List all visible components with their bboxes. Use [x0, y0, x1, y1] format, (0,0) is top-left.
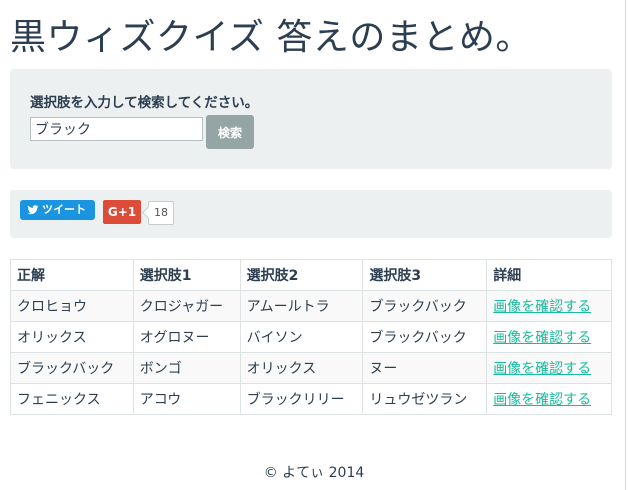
- table-row: フェニックス アコウ ブラックリリー リュウゼツラン 画像を確認する: [10, 383, 612, 415]
- tweet-button[interactable]: ツイート: [20, 200, 95, 220]
- cell-choice-2: ブラックリリー: [239, 383, 364, 415]
- view-image-link[interactable]: 画像を確認する: [493, 361, 591, 377]
- google-plus-one-button[interactable]: G+1: [103, 200, 141, 224]
- answers-table: 正解 選択肢1 選択肢2 選択肢3 詳細 クロヒョウ クロジャガー アムールトラ…: [10, 259, 612, 415]
- table-row: クロヒョウ クロジャガー アムールトラ ブラックバック 画像を確認する: [10, 290, 612, 322]
- page-edge-divider: [625, 0, 626, 490]
- table-header-row: 正解 選択肢1 選択肢2 選択肢3 詳細: [10, 259, 612, 291]
- cell-answer: フェニックス: [10, 383, 134, 415]
- cell-choice-1: ボンゴ: [132, 352, 241, 384]
- cell-answer: ブラックバック: [10, 352, 134, 384]
- page-title: 黒ウィズクイズ 答えのまとめ。: [10, 17, 532, 58]
- cell-choice-2: アムールトラ: [239, 290, 364, 322]
- view-image-link[interactable]: 画像を確認する: [493, 330, 591, 346]
- header-answer: 正解: [10, 259, 134, 291]
- header-choice-3: 選択肢3: [362, 259, 488, 291]
- cell-detail: 画像を確認する: [486, 290, 612, 322]
- view-image-link[interactable]: 画像を確認する: [493, 299, 591, 315]
- search-button[interactable]: 検索: [206, 115, 254, 149]
- twitter-bird-icon: [27, 205, 39, 215]
- cell-choice-3: リュウゼツラン: [362, 383, 488, 415]
- cell-choice-3: ブラックバック: [362, 290, 488, 322]
- cell-choice-3: ヌー: [362, 352, 488, 384]
- cell-detail: 画像を確認する: [486, 321, 612, 353]
- table-row: オリックス オグロヌー バイソン ブラックバック 画像を確認する: [10, 321, 612, 353]
- search-panel: 選択肢を入力して検索してください。 検索: [10, 69, 612, 169]
- cell-detail: 画像を確認する: [486, 383, 612, 415]
- table-row: ブラックバック ボンゴ オリックス ヌー 画像を確認する: [10, 352, 612, 384]
- google-plus-count: 18: [148, 201, 174, 225]
- cell-answer: クロヒョウ: [10, 290, 134, 322]
- header-detail: 詳細: [486, 259, 612, 291]
- cell-choice-1: オグロヌー: [132, 321, 241, 353]
- header-choice-2: 選択肢2: [239, 259, 364, 291]
- cell-choice-1: クロジャガー: [132, 290, 241, 322]
- view-image-link[interactable]: 画像を確認する: [493, 392, 591, 408]
- social-panel: ツイート G+1 18: [10, 190, 612, 238]
- cell-choice-1: アコウ: [132, 383, 241, 415]
- cell-answer: オリックス: [10, 321, 134, 353]
- search-input[interactable]: [30, 117, 203, 141]
- header-choice-1: 選択肢1: [132, 259, 241, 291]
- page: 黒ウィズクイズ 答えのまとめ。 選択肢を入力して検索してください。 検索 ツイー…: [0, 0, 628, 490]
- cell-choice-3: ブラックバック: [362, 321, 488, 353]
- tweet-label: ツイート: [42, 203, 86, 216]
- cell-choice-2: バイソン: [239, 321, 364, 353]
- cell-choice-2: オリックス: [239, 352, 364, 384]
- search-prompt: 選択肢を入力して検索してください。: [30, 95, 259, 111]
- cell-detail: 画像を確認する: [486, 352, 612, 384]
- footer-copyright: © よてぃ 2014: [263, 465, 365, 481]
